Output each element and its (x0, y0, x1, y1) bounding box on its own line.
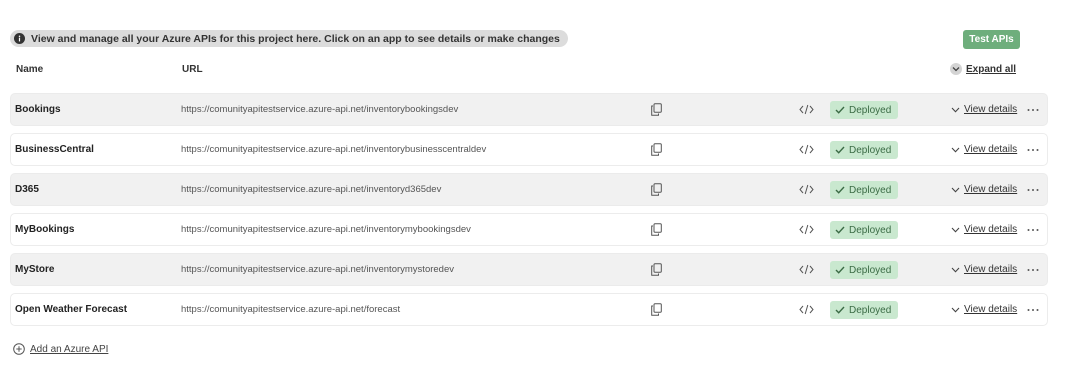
view-details-label: View details (964, 304, 1018, 315)
view-details-link[interactable]: View details (951, 174, 1017, 205)
api-name: MyBookings (15, 224, 75, 235)
expand-all-button[interactable]: Expand all (950, 63, 1016, 75)
status-label: Deployed (849, 104, 892, 116)
more-options-icon[interactable] (1027, 214, 1039, 245)
more-options-icon[interactable] (1027, 134, 1039, 165)
copy-icon[interactable] (649, 174, 663, 205)
api-name: Bookings (15, 104, 61, 115)
api-name: MyStore (15, 264, 55, 275)
column-header-url: URL (182, 64, 203, 75)
code-icon[interactable] (798, 254, 814, 285)
status-badge: Deployed (830, 301, 898, 319)
api-url: https://comunityapitestservice.azure-api… (181, 144, 487, 155)
chevron-down-icon (951, 187, 960, 193)
api-name: BusinessCentral (15, 144, 94, 155)
status-label: Deployed (849, 184, 892, 196)
table-row[interactable]: Bookings https://comunityapitestservice.a… (10, 93, 1048, 126)
api-table: Bookings https://comunityapitestservice.a… (10, 93, 1048, 333)
chevron-down-icon (951, 227, 960, 233)
api-url: https://comunityapitestservice.azure-api… (181, 264, 454, 275)
check-icon (835, 146, 845, 154)
more-options-icon[interactable] (1027, 94, 1039, 125)
check-icon (835, 266, 845, 274)
api-url: https://comunityapitestservice.azure-api… (181, 224, 471, 235)
view-details-link[interactable]: View details (951, 294, 1017, 325)
code-icon[interactable] (798, 134, 814, 165)
view-details-label: View details (964, 184, 1018, 195)
check-icon (835, 186, 845, 194)
status-badge: Deployed (830, 181, 898, 199)
copy-icon[interactable] (649, 134, 663, 165)
view-details-label: View details (964, 104, 1018, 115)
status-label: Deployed (849, 264, 892, 276)
more-options-icon[interactable] (1027, 174, 1039, 205)
test-apis-button[interactable]: Test APIs (963, 30, 1020, 49)
info-banner-text: View and manage all your Azure APIs for … (31, 32, 560, 45)
table-row[interactable]: BusinessCentral https://comunityapitestse… (10, 133, 1048, 166)
view-details-label: View details (964, 224, 1018, 235)
column-header-name: Name (16, 64, 44, 75)
info-banner: View and manage all your Azure APIs for … (10, 30, 568, 47)
api-name: Open Weather Forecast (15, 304, 128, 315)
api-url: https://comunityapitestservice.azure-api… (181, 104, 459, 115)
code-icon[interactable] (798, 294, 814, 325)
table-row[interactable]: Open Weather Forecast https://comunityapi… (10, 293, 1048, 326)
view-details-link[interactable]: View details (951, 254, 1017, 285)
table-row[interactable]: MyBookings https://comunityapitestservice… (10, 213, 1048, 246)
code-icon[interactable] (798, 214, 814, 245)
view-details-label: View details (964, 264, 1018, 275)
table-row[interactable]: D365 https://comunityapitestservice.azure… (10, 173, 1048, 206)
status-label: Deployed (849, 224, 892, 236)
code-icon[interactable] (798, 174, 814, 205)
view-details-label: View details (964, 144, 1018, 155)
check-icon (835, 106, 845, 114)
check-icon (835, 226, 845, 234)
view-details-link[interactable]: View details (951, 214, 1017, 245)
status-label: Deployed (849, 144, 892, 156)
api-url: https://comunityapitestservice.azure-api… (181, 184, 442, 195)
status-badge: Deployed (830, 261, 898, 279)
copy-icon[interactable] (649, 254, 663, 285)
chevron-down-icon (951, 147, 960, 153)
info-icon (14, 33, 25, 44)
plus-circle-icon (13, 343, 25, 355)
chevron-down-icon (951, 307, 960, 313)
view-details-link[interactable]: View details (951, 94, 1017, 125)
status-badge: Deployed (830, 221, 898, 239)
code-icon[interactable] (798, 94, 814, 125)
status-badge: Deployed (830, 101, 898, 119)
table-row[interactable]: MyStore https://comunityapitestservice.az… (10, 253, 1048, 286)
more-options-icon[interactable] (1027, 254, 1039, 285)
add-azure-api-label: Add an Azure API (30, 343, 109, 355)
chevron-down-icon (950, 63, 962, 75)
status-badge: Deployed (830, 141, 898, 159)
copy-icon[interactable] (649, 214, 663, 245)
view-details-link[interactable]: View details (951, 134, 1017, 165)
check-icon (835, 306, 845, 314)
api-url: https://comunityapitestservice.azure-api… (181, 304, 401, 315)
expand-all-label: Expand all (966, 63, 1017, 75)
api-name: D365 (15, 184, 39, 195)
copy-icon[interactable] (649, 94, 663, 125)
chevron-down-icon (951, 267, 960, 273)
copy-icon[interactable] (649, 294, 663, 325)
status-label: Deployed (849, 304, 892, 316)
chevron-down-icon (951, 107, 960, 113)
more-options-icon[interactable] (1027, 294, 1039, 325)
add-azure-api-button[interactable]: Add an Azure API (13, 343, 108, 355)
